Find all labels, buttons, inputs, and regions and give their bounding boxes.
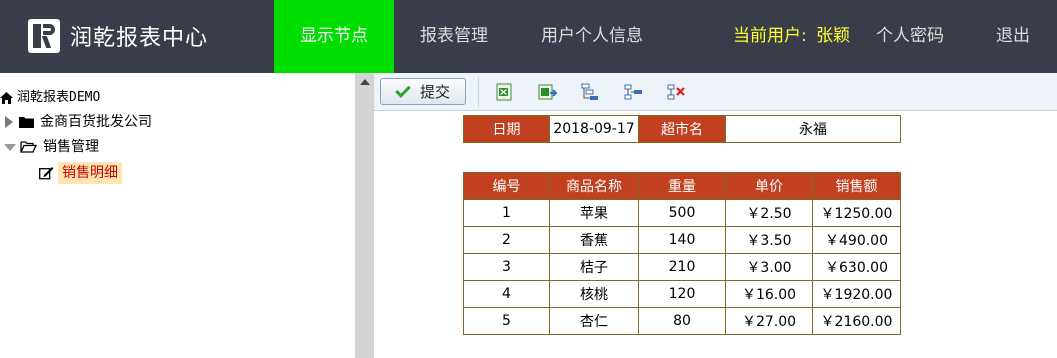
toolbar-separator: [478, 77, 479, 107]
tree-node-label: 销售管理: [43, 139, 99, 155]
table-cell[interactable]: ￥1250.00: [812, 199, 901, 227]
nav-password[interactable]: 个人密码: [876, 0, 944, 73]
market-label: 超市名: [638, 115, 726, 143]
tree-leaf-label: 销售明细: [58, 162, 122, 184]
submit-label: 提交: [419, 83, 450, 101]
report-toolbar: 提交: [374, 73, 1057, 111]
current-user: 当前用户: 张颖: [733, 0, 850, 73]
column-header: 销售额: [812, 172, 901, 200]
column-header: 单价: [725, 172, 813, 200]
table-cell[interactable]: ￥630.00: [812, 253, 901, 281]
column-header: 编号: [463, 172, 550, 200]
collapse-arrow-icon[interactable]: [4, 143, 16, 151]
nav-user-info[interactable]: 用户个人信息: [514, 0, 670, 73]
table-cell[interactable]: 500: [638, 199, 726, 227]
table-cell[interactable]: 120: [638, 280, 726, 308]
append-row-icon[interactable]: [623, 82, 643, 102]
nav-logout[interactable]: 退出: [996, 0, 1030, 73]
table-cell[interactable]: 80: [638, 307, 726, 335]
home-icon: [0, 92, 13, 104]
current-user-label: 当前用户:: [733, 26, 807, 46]
date-label: 日期: [463, 115, 550, 143]
table-cell[interactable]: 桔子: [549, 253, 639, 281]
nav-report-management[interactable]: 报表管理: [394, 0, 514, 73]
date-value[interactable]: 2018-09-17: [549, 115, 639, 143]
tree-leaf-sales-detail[interactable]: 销售明细: [39, 162, 122, 184]
table-cell[interactable]: 140: [638, 226, 726, 254]
table-row: 2 香蕉 140 ￥3.50 ￥490.00: [463, 226, 901, 254]
tree-node-label: 金商百货批发公司: [40, 114, 152, 130]
table-cell[interactable]: 核桃: [549, 280, 639, 308]
table-cell[interactable]: ￥16.00: [725, 280, 813, 308]
expand-arrow-icon[interactable]: [5, 116, 13, 128]
table-cell[interactable]: 杏仁: [549, 307, 639, 335]
table-cell[interactable]: ￥27.00: [725, 307, 813, 335]
table-cell[interactable]: ￥490.00: [812, 226, 901, 254]
brand: 润乾报表中心: [28, 18, 208, 54]
report-header-table: 日期 2018-09-17 超市名 永福: [463, 115, 901, 143]
sales-detail-table: 编号 商品名称 重量 单价 销售额 1 苹果 500 ￥2.50 ￥1250.0…: [463, 172, 901, 335]
report-canvas: 日期 2018-09-17 超市名 永福 编号 商品名称 重量 单价 销售额 1…: [374, 112, 1057, 358]
table-cell[interactable]: 3: [463, 253, 550, 281]
tree-node-company[interactable]: 金商百货批发公司: [5, 111, 152, 133]
table-row: 4 核桃 120 ￥16.00 ￥1920.00: [463, 280, 901, 308]
scroll-up-arrow-icon[interactable]: [360, 79, 370, 85]
tree-node-sales[interactable]: 销售管理: [4, 136, 99, 158]
excel-import-icon[interactable]: [537, 82, 557, 102]
nav-show-nodes[interactable]: 显示节点: [274, 0, 394, 73]
table-cell[interactable]: 香蕉: [549, 226, 639, 254]
excel-export-icon[interactable]: [494, 82, 514, 102]
table-cell[interactable]: ￥2.50: [725, 199, 813, 227]
current-user-name: 张颖: [816, 26, 851, 46]
delete-row-icon[interactable]: [666, 82, 686, 102]
table-row: 5 杏仁 80 ￥27.00 ￥2160.00: [463, 307, 901, 335]
column-header: 重量: [638, 172, 726, 200]
app-logo-icon: [28, 19, 60, 53]
insert-row-icon[interactable]: [580, 82, 600, 102]
table-cell[interactable]: 1: [463, 199, 550, 227]
table-cell[interactable]: 5: [463, 307, 550, 335]
table-row: 1 苹果 500 ￥2.50 ￥1250.00: [463, 199, 901, 227]
column-header: 商品名称: [549, 172, 639, 200]
tree-root-label: 润乾报表DEMO: [17, 90, 101, 105]
app-title: 润乾报表中心: [70, 26, 209, 51]
table-cell[interactable]: ￥3.50: [725, 226, 813, 254]
folder-icon: [19, 117, 34, 128]
top-navbar: 润乾报表中心 显示节点 报表管理 用户个人信息 当前用户: 张颖 个人密码 退出: [0, 0, 1057, 73]
table-header-row: 编号 商品名称 重量 单价 销售额: [463, 172, 901, 200]
table-cell[interactable]: ￥1920.00: [812, 280, 901, 308]
table-cell[interactable]: ￥2160.00: [812, 307, 901, 335]
checkmark-icon: [395, 81, 411, 98]
sidebar-scrollbar[interactable]: [355, 73, 374, 358]
table-cell[interactable]: 2: [463, 226, 550, 254]
table-cell[interactable]: 苹果: [549, 199, 639, 227]
edit-icon: [39, 167, 54, 180]
submit-button[interactable]: 提交: [380, 78, 466, 105]
table-cell[interactable]: ￥3.00: [725, 253, 813, 281]
tree-root[interactable]: 润乾报表DEMO: [0, 87, 100, 109]
market-value[interactable]: 永福: [725, 115, 901, 143]
sidebar-tree: 润乾报表DEMO 金商百货批发公司 销售管理 销售明细: [0, 73, 355, 358]
folder-open-icon: [20, 141, 37, 153]
table-cell[interactable]: 4: [463, 280, 550, 308]
table-row: 3 桔子 210 ￥3.00 ￥630.00: [463, 253, 901, 281]
table-cell[interactable]: 210: [638, 253, 726, 281]
